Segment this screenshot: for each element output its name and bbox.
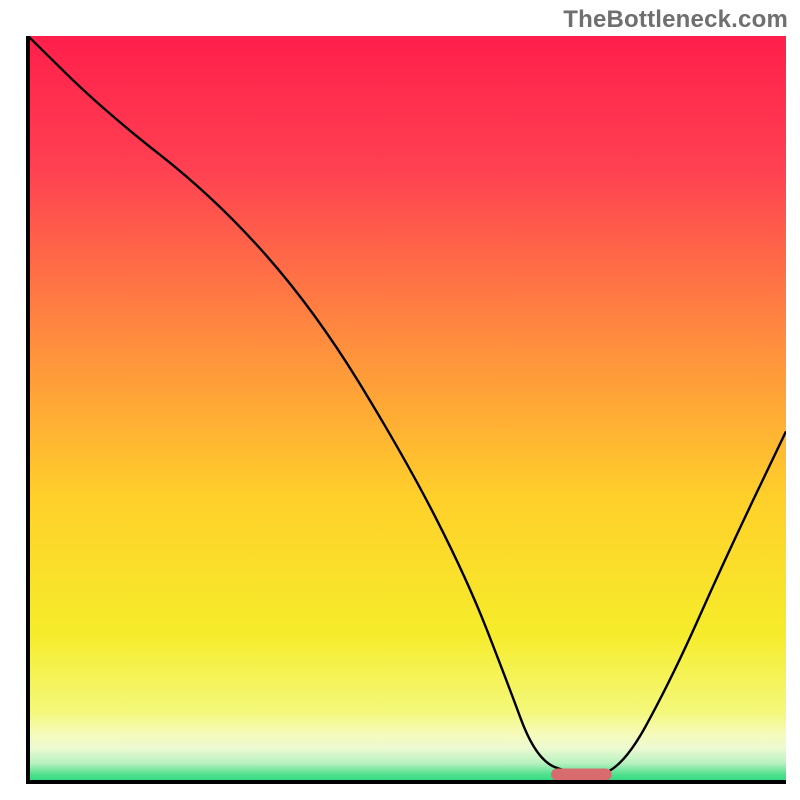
plot-background bbox=[28, 36, 786, 782]
optimal-marker bbox=[551, 769, 612, 781]
bottleneck-chart bbox=[16, 36, 786, 794]
chart-frame: TheBottleneck.com bbox=[0, 0, 800, 800]
watermark-text: TheBottleneck.com bbox=[563, 6, 788, 34]
